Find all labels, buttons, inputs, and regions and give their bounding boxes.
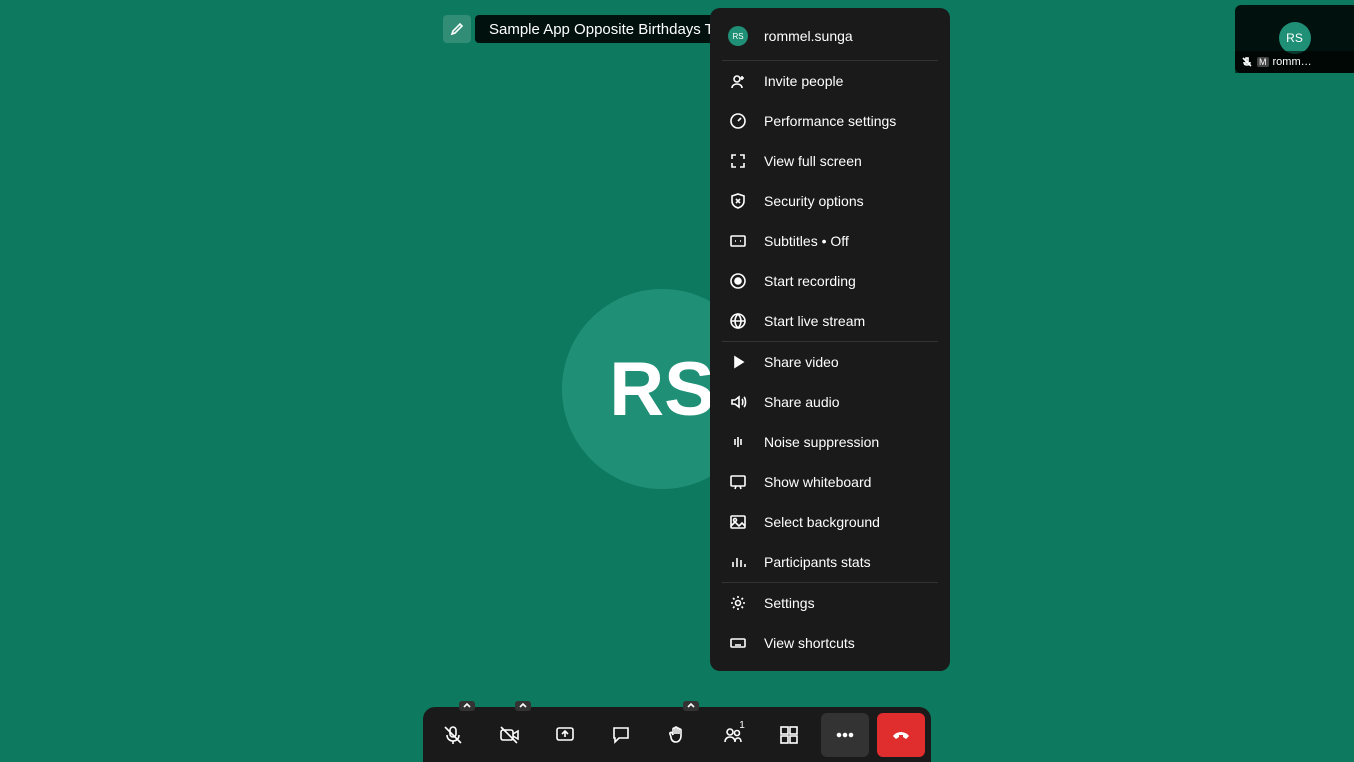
title-bar: Sample App Opposite Birthdays T xyxy=(443,15,728,43)
camera-button[interactable] xyxy=(485,713,533,757)
mic-muted-icon xyxy=(442,724,464,746)
more-button[interactable] xyxy=(821,713,869,757)
user-avatar-small: RS xyxy=(728,26,748,46)
grid-icon xyxy=(778,724,800,746)
menu-view-full-screen[interactable]: View full screen xyxy=(710,141,950,181)
menu-item-label: Start live stream xyxy=(764,313,865,329)
reactions-chevron[interactable] xyxy=(683,701,699,711)
cc-icon xyxy=(728,231,748,251)
menu-item-label: Performance settings xyxy=(764,113,896,129)
moderator-badge: M xyxy=(1257,57,1269,67)
share-screen-button[interactable] xyxy=(541,713,589,757)
raise-hand-button[interactable] xyxy=(653,713,701,757)
call-toolbar: 1 xyxy=(423,707,931,762)
pencil-icon xyxy=(450,22,464,36)
menu-item-label: Security options xyxy=(764,193,864,209)
user-name: rommel.sunga xyxy=(764,28,853,44)
menu-item-label: Subtitles • Off xyxy=(764,233,849,249)
image-icon xyxy=(728,512,748,532)
menu-security-options[interactable]: Security options xyxy=(710,181,950,221)
camera-options-chevron[interactable] xyxy=(515,701,531,711)
menu-subtitles[interactable]: Subtitles • Off xyxy=(710,221,950,261)
menu-start-live-stream[interactable]: Start live stream xyxy=(710,301,950,341)
menu-item-label: Share audio xyxy=(764,394,840,410)
bar-chart-icon xyxy=(728,552,748,572)
waveform-icon xyxy=(728,432,748,452)
menu-invite-people[interactable]: Invite people xyxy=(710,61,950,101)
mic-muted-icon xyxy=(1241,56,1253,68)
hangup-icon xyxy=(890,724,912,746)
tile-view-button[interactable] xyxy=(765,713,813,757)
chat-icon xyxy=(610,724,632,746)
menu-item-label: Invite people xyxy=(764,73,843,89)
speaker-icon xyxy=(728,392,748,412)
menu-item-label: Select background xyxy=(764,514,880,530)
hand-icon xyxy=(666,724,688,746)
shield-x-icon xyxy=(728,191,748,211)
menu-noise-suppression[interactable]: Noise suppression xyxy=(710,422,950,462)
menu-settings[interactable]: Settings xyxy=(710,583,950,623)
meeting-title: Sample App Opposite Birthdays T xyxy=(475,15,728,43)
menu-performance-settings[interactable]: Performance settings xyxy=(710,101,950,141)
gear-icon xyxy=(728,593,748,613)
menu-show-whiteboard[interactable]: Show whiteboard xyxy=(710,462,950,502)
record-icon xyxy=(728,271,748,291)
menu-item-label: Noise suppression xyxy=(764,434,879,450)
more-menu: RS rommel.sunga Invite people Performanc… xyxy=(710,8,950,671)
chat-button[interactable] xyxy=(597,713,645,757)
play-icon xyxy=(728,352,748,372)
keyboard-icon xyxy=(728,633,748,653)
edit-title-button[interactable] xyxy=(443,15,471,43)
menu-start-recording[interactable]: Start recording xyxy=(710,261,950,301)
self-view-bar: M romm… xyxy=(1235,51,1354,73)
menu-item-label: Show whiteboard xyxy=(764,474,871,490)
menu-select-background[interactable]: Select background xyxy=(710,502,950,542)
menu-item-label: View shortcuts xyxy=(764,635,855,651)
menu-item-label: Participants stats xyxy=(764,554,871,570)
whiteboard-icon xyxy=(728,472,748,492)
menu-user-header[interactable]: RS rommel.sunga xyxy=(710,16,950,60)
self-avatar: RS xyxy=(1279,22,1311,54)
fullscreen-icon xyxy=(728,151,748,171)
globe-icon xyxy=(728,311,748,331)
menu-item-label: Share video xyxy=(764,354,839,370)
menu-item-label: Start recording xyxy=(764,273,856,289)
menu-view-shortcuts[interactable]: View shortcuts xyxy=(710,623,950,663)
camera-off-icon xyxy=(498,724,520,746)
menu-participants-stats[interactable]: Participants stats xyxy=(710,542,950,582)
person-plus-icon xyxy=(728,71,748,91)
mic-button[interactable] xyxy=(429,713,477,757)
share-screen-icon xyxy=(554,724,576,746)
self-view-tile[interactable]: RS M romm… xyxy=(1235,5,1354,73)
menu-share-audio[interactable]: Share audio xyxy=(710,382,950,422)
participant-count-badge: 1 xyxy=(735,719,749,733)
more-horizontal-icon xyxy=(834,724,856,746)
menu-share-video[interactable]: Share video xyxy=(710,342,950,382)
gauge-icon xyxy=(728,111,748,131)
leave-call-button[interactable] xyxy=(877,713,925,757)
menu-item-label: Settings xyxy=(764,595,815,611)
participants-button[interactable]: 1 xyxy=(709,713,757,757)
mic-options-chevron[interactable] xyxy=(459,701,475,711)
menu-item-label: View full screen xyxy=(764,153,862,169)
self-name: romm… xyxy=(1273,56,1312,68)
